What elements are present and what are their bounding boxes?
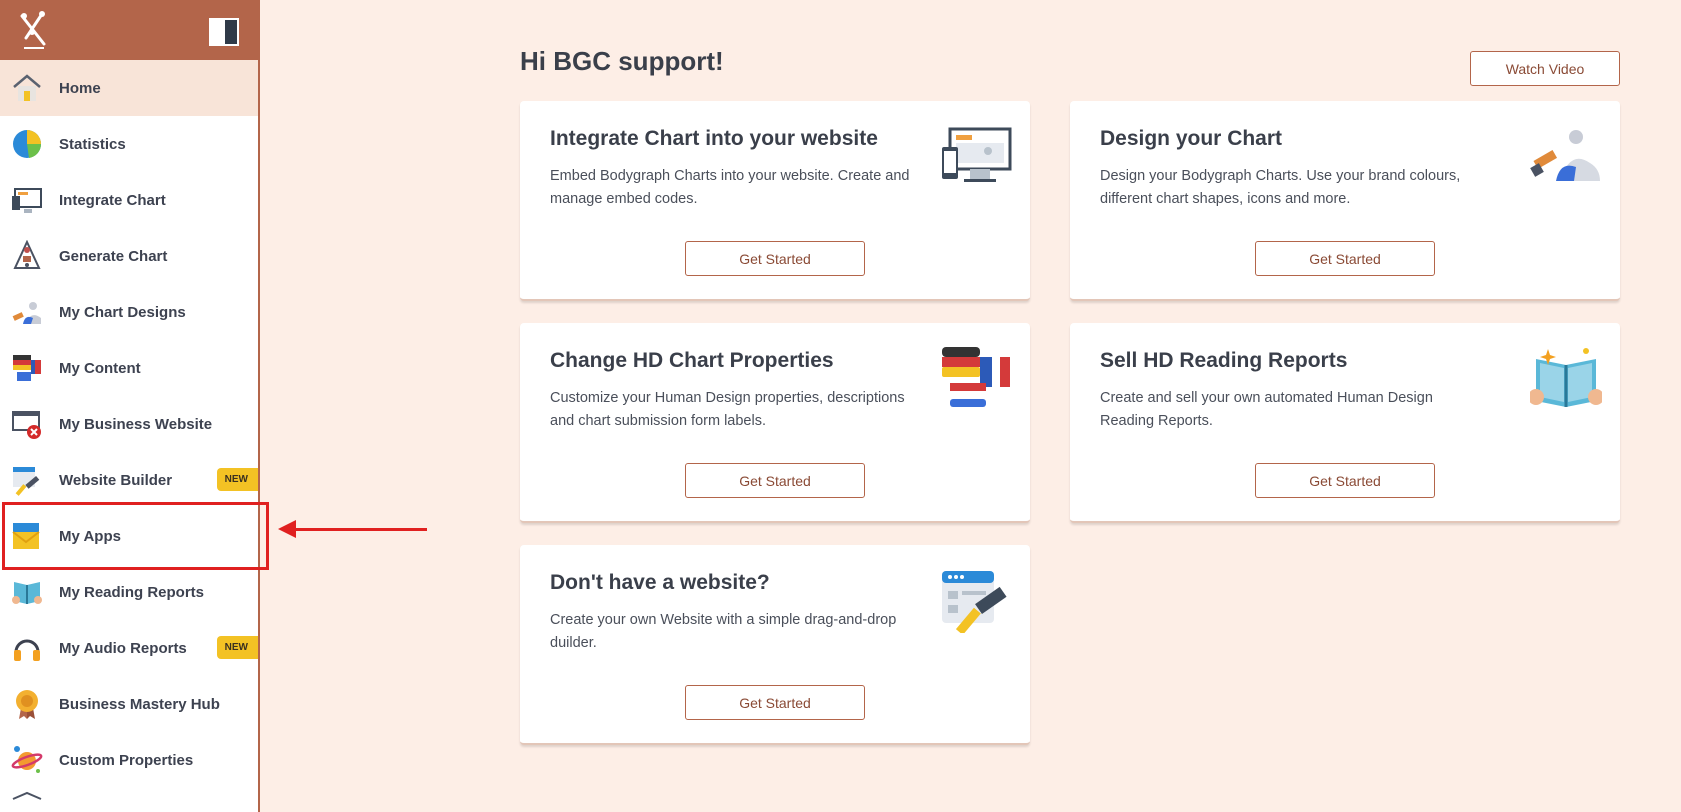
sidebar-item-label: Home bbox=[59, 79, 101, 97]
home-icon bbox=[10, 71, 44, 105]
sidebar-header bbox=[0, 0, 258, 60]
pie-chart-icon bbox=[10, 127, 44, 161]
sidebar-item-partial[interactable] bbox=[0, 788, 258, 812]
get-started-button[interactable]: Get Started bbox=[1255, 241, 1435, 276]
card-title: Design your Chart bbox=[1100, 127, 1283, 150]
sidebar-item-generate-chart[interactable]: Generate Chart bbox=[0, 228, 258, 284]
building-icon bbox=[10, 786, 44, 812]
flags-chat-icon bbox=[942, 347, 1010, 407]
get-started-button[interactable]: Get Started bbox=[685, 241, 865, 276]
builder-hammer-icon bbox=[942, 571, 1007, 633]
sidebar-item-business-mastery-hub[interactable]: Business Mastery Hub bbox=[0, 676, 258, 732]
website-error-icon bbox=[10, 407, 44, 441]
sidebar-item-label: My Reading Reports bbox=[59, 583, 205, 601]
sidebar-item-label: Custom Properties bbox=[59, 751, 194, 769]
app-logo-icon[interactable] bbox=[16, 8, 50, 52]
sidebar-item-label: Website Builder bbox=[59, 471, 173, 489]
get-started-button[interactable]: Get Started bbox=[685, 685, 865, 720]
watch-video-button[interactable]: Watch Video bbox=[1470, 51, 1620, 86]
sidebar-item-label: My Chart Designs bbox=[59, 303, 186, 321]
sidebar-item-my-reading-reports[interactable]: My Reading Reports bbox=[0, 564, 258, 620]
sidebar-item-my-audio-reports[interactable]: My Audio Reports NEW bbox=[0, 620, 258, 676]
sidebar-item-label: Generate Chart bbox=[59, 247, 168, 265]
apps-envelope-icon bbox=[10, 519, 44, 553]
sidebar-item-website-builder[interactable]: Website Builder NEW bbox=[0, 452, 258, 508]
sidebar-item-my-business-website[interactable]: My Business Website bbox=[0, 396, 258, 452]
sidebar-item-label: Statistics bbox=[59, 135, 126, 153]
arrow-line bbox=[292, 528, 427, 531]
sidebar-item-statistics[interactable]: Statistics bbox=[0, 116, 258, 172]
medal-icon bbox=[10, 687, 44, 721]
card-hd-chart-properties: Change HD Chart Properties Customize you… bbox=[520, 323, 1030, 523]
headphones-icon bbox=[10, 631, 44, 665]
get-started-button[interactable]: Get Started bbox=[685, 463, 865, 498]
new-badge: NEW bbox=[216, 468, 258, 491]
card-design-chart: Design your Chart Design your Bodygraph … bbox=[1070, 101, 1620, 301]
card-description: Create your own Website with a simple dr… bbox=[550, 612, 897, 651]
book-icon bbox=[10, 575, 44, 609]
card-integrate-chart: Integrate Chart into your website Embed … bbox=[520, 101, 1030, 301]
monitor-devices-icon bbox=[942, 127, 1012, 182]
sidebar-item-my-content[interactable]: My Content bbox=[0, 340, 258, 396]
sidebar-item-my-chart-designs[interactable]: My Chart Designs bbox=[0, 284, 258, 340]
card-title: Don't have a website? bbox=[550, 571, 770, 594]
builder-hammer-icon bbox=[10, 463, 44, 497]
sidebar-item-label: My Business Website bbox=[59, 415, 213, 433]
monitor-chart-icon bbox=[10, 183, 44, 217]
sidebar-item-label: Integrate Chart bbox=[59, 191, 166, 209]
card-description: Embed Bodygraph Charts into your website… bbox=[550, 168, 910, 207]
bodygraph-icon bbox=[10, 239, 44, 273]
design-brush-icon bbox=[10, 295, 44, 329]
card-no-website: Don't have a website? Create your own We… bbox=[520, 545, 1030, 745]
sidebar-item-label: My Audio Reports bbox=[59, 639, 187, 657]
sidebar-item-custom-properties[interactable]: Custom Properties bbox=[0, 732, 258, 788]
card-description: Design your Bodygraph Charts. Use your b… bbox=[1100, 168, 1461, 207]
new-badge: NEW bbox=[216, 636, 258, 659]
page-title: Hi BGC support! bbox=[520, 46, 724, 76]
card-sell-reading-reports: Sell HD Reading Reports Create and sell … bbox=[1070, 323, 1620, 523]
card-title: Integrate Chart into your website bbox=[550, 127, 878, 150]
design-brush-icon bbox=[1530, 130, 1600, 181]
sidebar-item-home[interactable]: Home bbox=[0, 60, 258, 116]
sidebar-item-my-apps[interactable]: My Apps bbox=[0, 508, 258, 564]
card-description: Customize your Human Design properties, … bbox=[550, 390, 905, 429]
card-title: Change HD Chart Properties bbox=[550, 349, 834, 372]
sidebar-toggle-button[interactable] bbox=[209, 18, 239, 46]
card-title: Sell HD Reading Reports bbox=[1100, 349, 1348, 372]
get-started-button[interactable]: Get Started bbox=[1255, 463, 1435, 498]
planet-icon bbox=[10, 743, 44, 777]
sidebar: Home Statistics Integrate Chart Generate… bbox=[0, 0, 260, 812]
card-description: Create and sell your own automated Human… bbox=[1100, 390, 1433, 429]
flags-chat-icon bbox=[10, 351, 44, 385]
sidebar-item-label: Business Mastery Hub bbox=[59, 695, 220, 713]
sidebar-item-integrate-chart[interactable]: Integrate Chart bbox=[0, 172, 258, 228]
sidebar-item-label: My Content bbox=[59, 359, 141, 377]
sidebar-item-label: My Apps bbox=[59, 527, 121, 545]
open-book-icon bbox=[1530, 348, 1602, 407]
sidebar-nav: Home Statistics Integrate Chart Generate… bbox=[0, 60, 258, 812]
